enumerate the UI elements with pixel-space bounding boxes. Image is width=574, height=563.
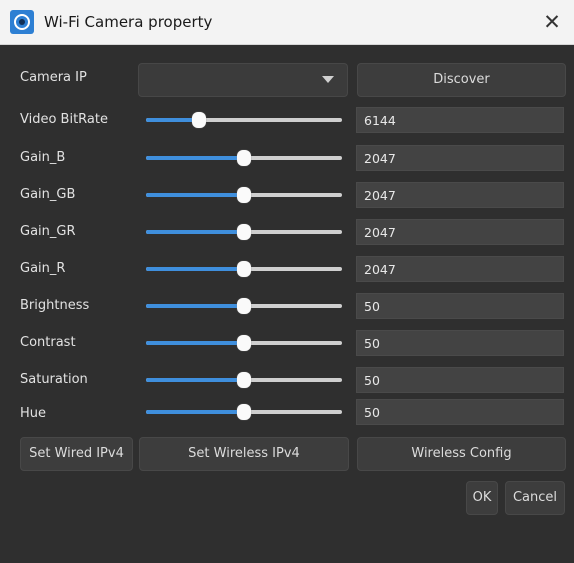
wireless-config-button[interactable]: Wireless Config — [357, 437, 566, 471]
close-icon[interactable]: ✕ — [537, 8, 567, 36]
slider-fill — [146, 156, 244, 160]
slider-thumb[interactable] — [237, 404, 251, 420]
hue-slider[interactable] — [146, 404, 342, 420]
slider-label-hue: Hue — [20, 406, 47, 421]
set-wired-ipv4-button[interactable]: Set Wired IPv4 — [20, 437, 133, 471]
contrast-value[interactable]: 50 — [356, 330, 564, 356]
wifi-camera-property-dialog: Wi-Fi Camera property ✕ Camera IP Discov… — [0, 0, 574, 563]
camera-app-icon — [10, 10, 34, 34]
gain-gr-value[interactable]: 2047 — [356, 219, 564, 245]
slider-fill — [146, 193, 244, 197]
slider-label-gain-r: Gain_R — [20, 261, 66, 276]
brightness-slider[interactable] — [146, 298, 342, 314]
cancel-button[interactable]: Cancel — [505, 481, 565, 515]
slider-thumb[interactable] — [237, 224, 251, 240]
slider-label-saturation: Saturation — [20, 372, 88, 387]
title-bar: Wi-Fi Camera property ✕ — [0, 0, 574, 45]
slider-label-brightness: Brightness — [20, 298, 90, 313]
video-bitrate-value[interactable]: 6144 — [356, 107, 564, 133]
slider-label-video-bitrate: Video BitRate — [20, 112, 108, 127]
slider-fill — [146, 304, 244, 308]
gain-gr-slider[interactable] — [146, 224, 342, 240]
discover-button[interactable]: Discover — [357, 63, 566, 97]
slider-label-contrast: Contrast — [20, 335, 76, 350]
slider-thumb[interactable] — [237, 187, 251, 203]
slider-label-gain-gr: Gain_GR — [20, 224, 76, 239]
slider-fill — [146, 410, 244, 414]
ok-button[interactable]: OK — [466, 481, 498, 515]
slider-thumb[interactable] — [237, 335, 251, 351]
gain-gb-value[interactable]: 2047 — [356, 182, 564, 208]
slider-label-gain-b: Gain_B — [20, 150, 66, 165]
slider-fill — [146, 230, 244, 234]
slider-fill — [146, 267, 244, 271]
slider-label-gain-gb: Gain_GB — [20, 187, 76, 202]
gain-b-slider[interactable] — [146, 150, 342, 166]
camera-ip-dropdown[interactable] — [138, 63, 348, 97]
dropdown-caret-icon — [322, 76, 334, 83]
saturation-slider[interactable] — [146, 372, 342, 388]
gain-gb-slider[interactable] — [146, 187, 342, 203]
slider-thumb[interactable] — [192, 112, 206, 128]
gain-r-value[interactable]: 2047 — [356, 256, 564, 282]
gain-b-value[interactable]: 2047 — [356, 145, 564, 171]
slider-fill — [146, 341, 244, 345]
hue-value[interactable]: 50 — [356, 399, 564, 425]
slider-thumb[interactable] — [237, 298, 251, 314]
window-title: Wi-Fi Camera property — [44, 13, 213, 31]
camera-ip-label: Camera IP — [20, 70, 87, 85]
video-bitrate-slider[interactable] — [146, 112, 342, 128]
slider-thumb[interactable] — [237, 150, 251, 166]
saturation-value[interactable]: 50 — [356, 367, 564, 393]
contrast-slider[interactable] — [146, 335, 342, 351]
set-wireless-ipv4-button[interactable]: Set Wireless IPv4 — [139, 437, 349, 471]
slider-thumb[interactable] — [237, 261, 251, 277]
slider-fill — [146, 378, 244, 382]
brightness-value[interactable]: 50 — [356, 293, 564, 319]
gain-r-slider[interactable] — [146, 261, 342, 277]
slider-thumb[interactable] — [237, 372, 251, 388]
